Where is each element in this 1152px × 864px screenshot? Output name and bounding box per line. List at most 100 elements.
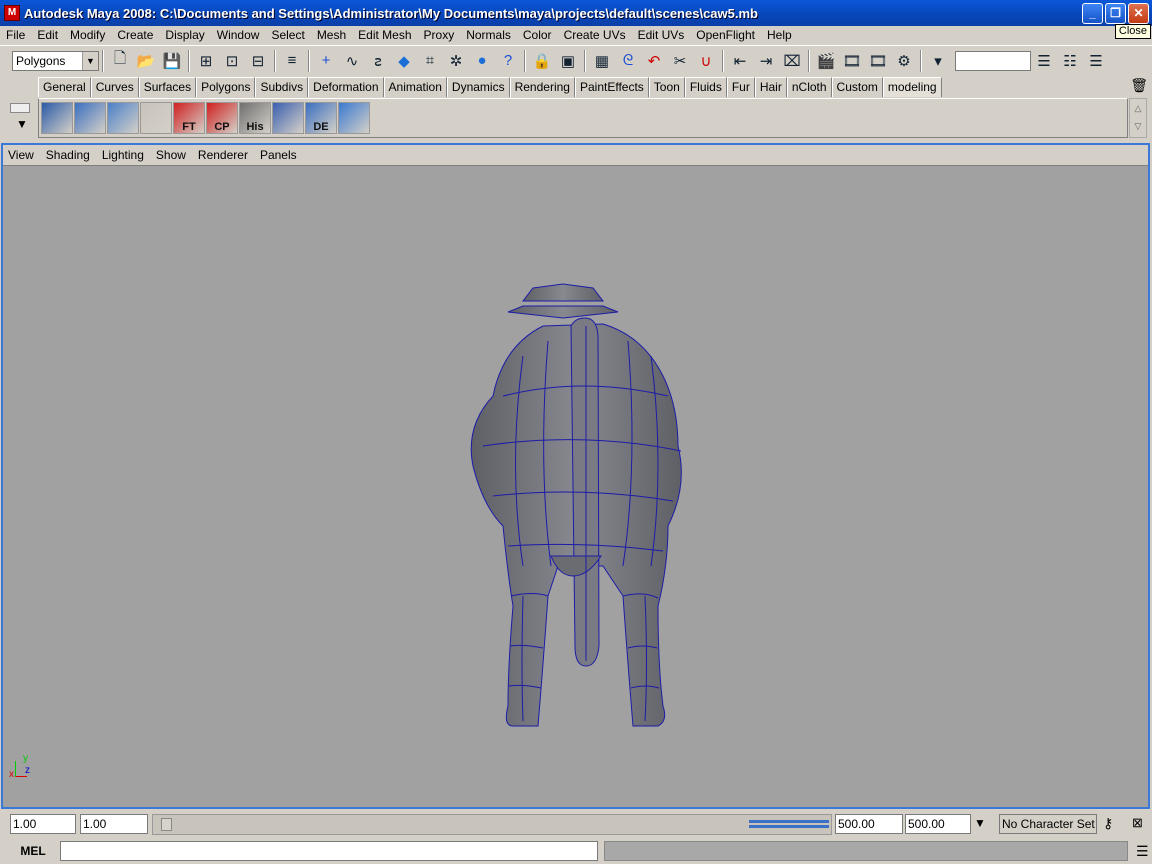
shelf-tab-deformation[interactable]: Deformation xyxy=(308,77,384,97)
lock-icon[interactable]: 🔒 xyxy=(531,50,553,72)
tool-settings-icon[interactable]: ☰ xyxy=(1085,50,1107,72)
render-settings-icon[interactable]: ✂ xyxy=(669,50,691,72)
shelf-button-de[interactable]: DE xyxy=(305,102,337,134)
new-scene-icon[interactable]: 🗋 xyxy=(109,50,131,72)
clapboard-icon[interactable]: 🎬 xyxy=(815,50,837,72)
snap-curve-icon[interactable]: ∿ xyxy=(341,50,363,72)
snap-view-plane-icon[interactable]: ◆ xyxy=(393,50,415,72)
maya-app-icon[interactable]: M xyxy=(4,5,20,21)
shelf-tab-modeling[interactable]: modeling xyxy=(882,77,942,97)
close-button[interactable]: ✕ xyxy=(1128,3,1149,24)
shelf-scrollbar[interactable]: △ ▽ xyxy=(1129,98,1147,138)
panel-menu-lighting[interactable]: Lighting xyxy=(97,148,151,162)
playback-end-field[interactable]: 500.00 xyxy=(835,814,903,834)
shelf-tab-fluids[interactable]: Fluids xyxy=(684,77,727,97)
menu-create[interactable]: Create xyxy=(111,28,159,42)
shelf-tab-curves[interactable]: Curves xyxy=(90,77,139,97)
shelf-tab-toggle[interactable] xyxy=(10,103,30,113)
shelf-tab-rendering[interactable]: Rendering xyxy=(509,77,575,97)
shelf-tab-toon[interactable]: Toon xyxy=(648,77,685,97)
input-field-dropdown-icon[interactable]: ▾ xyxy=(927,50,949,72)
render-globals-icon[interactable]: ⚙ xyxy=(893,50,915,72)
make-live-icon[interactable]: ⌗ xyxy=(419,50,441,72)
shelf-tab-animation[interactable]: Animation xyxy=(383,77,447,97)
preferences-icon[interactable]: ⊠ xyxy=(1132,815,1143,831)
menu-normals[interactable]: Normals xyxy=(460,28,517,42)
script-editor-icon[interactable]: ☰ xyxy=(1136,843,1149,860)
shelf-tab-subdivs[interactable]: Subdivs xyxy=(255,77,309,97)
select-component-icon[interactable]: ⊟ xyxy=(247,50,269,72)
range-slider[interactable] xyxy=(152,814,832,835)
menu-edit-uvs[interactable]: Edit UVs xyxy=(632,28,691,42)
menu-set-dropdown[interactable]: Polygons ▼ xyxy=(12,50,99,71)
menu-modify[interactable]: Modify xyxy=(64,28,111,42)
shelf-button-cp[interactable]: CP xyxy=(206,102,238,134)
character-set-dropdown-icon[interactable]: ▼ xyxy=(974,816,986,830)
magnet-snap-icon[interactable]: ✲ xyxy=(445,50,467,72)
mel-label[interactable]: MEL xyxy=(8,844,58,858)
character-set-field[interactable]: No Character Set xyxy=(999,814,1097,834)
menu-proxy[interactable]: Proxy xyxy=(418,28,461,42)
ipr-icon[interactable]: 🎞 xyxy=(867,50,889,72)
shelf-button-his[interactable]: His xyxy=(239,102,271,134)
panel-menu-shading[interactable]: Shading xyxy=(41,148,97,162)
menu-mesh[interactable]: Mesh xyxy=(311,28,352,42)
shelf-tab-hair[interactable]: Hair xyxy=(754,77,787,97)
menu-edit[interactable]: Edit xyxy=(31,28,64,42)
construction-history-icon[interactable]: ▦ xyxy=(591,50,613,72)
shelf-tab-dynamics[interactable]: Dynamics xyxy=(446,77,510,97)
render-icon[interactable]: ᘓ xyxy=(617,50,639,72)
shelf-button-tool-4[interactable] xyxy=(140,102,172,134)
end-time-field[interactable]: 500.00 xyxy=(905,814,971,834)
minimize-button[interactable]: _ xyxy=(1082,3,1103,24)
shelf-menu-icon[interactable]: ▼ xyxy=(10,117,34,131)
panel-menu-renderer[interactable]: Renderer xyxy=(193,148,255,162)
shelf-tab-custom[interactable]: Custom xyxy=(831,77,883,97)
viewport-3d[interactable]: y x z xyxy=(3,166,1148,807)
panel-menu-show[interactable]: Show xyxy=(151,148,193,162)
render-view-icon[interactable]: ⌧ xyxy=(781,50,803,72)
shelf-button-tool-8[interactable] xyxy=(272,102,304,134)
auto-key-icon[interactable]: ⚷ xyxy=(1103,815,1113,832)
shelf-button-tool-10[interactable] xyxy=(338,102,370,134)
menu-openflight[interactable]: OpenFlight xyxy=(690,28,761,42)
render-sequence-icon[interactable]: 🎞 xyxy=(841,50,863,72)
shelf-tab-painteffects[interactable]: PaintEffects xyxy=(574,77,649,97)
select-highlight-icon[interactable]: ▣ xyxy=(557,50,579,72)
snap-point-icon[interactable]: ꙅ xyxy=(367,50,389,72)
range-slider-bar-indicator[interactable] xyxy=(749,820,829,828)
menu-file[interactable]: File xyxy=(0,28,31,42)
start-time-field[interactable]: 1.00 xyxy=(10,814,76,834)
playback-start-field[interactable]: 1.00 xyxy=(80,814,148,834)
shelf-button-tool-2[interactable] xyxy=(74,102,106,134)
menu-edit-mesh[interactable]: Edit Mesh xyxy=(352,28,417,42)
save-scene-icon[interactable]: 💾 xyxy=(161,50,183,72)
select-hierarchy-icon[interactable]: ⊞ xyxy=(195,50,217,72)
menu-help[interactable]: Help xyxy=(761,28,798,42)
shelf-tab-general[interactable]: General xyxy=(38,77,91,97)
menu-display[interactable]: Display xyxy=(159,28,210,42)
quick-select-field[interactable] xyxy=(955,50,1031,71)
range-slider-handle[interactable] xyxy=(161,818,172,831)
channel-box-icon[interactable]: ☰ xyxy=(1033,50,1055,72)
menu-window[interactable]: Window xyxy=(211,28,266,42)
magnet-icon[interactable]: ∪ xyxy=(695,50,717,72)
menu-create-uvs[interactable]: Create UVs xyxy=(558,28,632,42)
shelf-tab-polygons[interactable]: Polygons xyxy=(196,77,256,97)
cow-model[interactable] xyxy=(3,166,1148,809)
shelf-button-ft[interactable]: FT xyxy=(173,102,205,134)
shelf-tab-ncloth[interactable]: nCloth xyxy=(786,77,832,97)
attribute-editor-icon[interactable]: ☷ xyxy=(1059,50,1081,72)
trash-icon[interactable]: 🗑 xyxy=(1130,77,1148,94)
input-ops-icon[interactable]: ⇤ xyxy=(729,50,751,72)
shelf-button-tool-1[interactable] xyxy=(41,102,73,134)
shelf-tab-surfaces[interactable]: Surfaces xyxy=(138,77,197,97)
viewport-panel[interactable]: View Shading Lighting Show Renderer Panels xyxy=(1,143,1150,809)
output-ops-icon[interactable]: ⇥ xyxy=(755,50,777,72)
restore-button[interactable]: ❐ xyxy=(1105,3,1126,24)
snap-grid-icon[interactable]: + xyxy=(315,50,337,72)
help-icon[interactable]: ? xyxy=(497,50,519,72)
select-object-icon[interactable]: ⊡ xyxy=(221,50,243,72)
open-scene-icon[interactable]: 📂 xyxy=(135,50,157,72)
menu-select[interactable]: Select xyxy=(265,28,310,42)
